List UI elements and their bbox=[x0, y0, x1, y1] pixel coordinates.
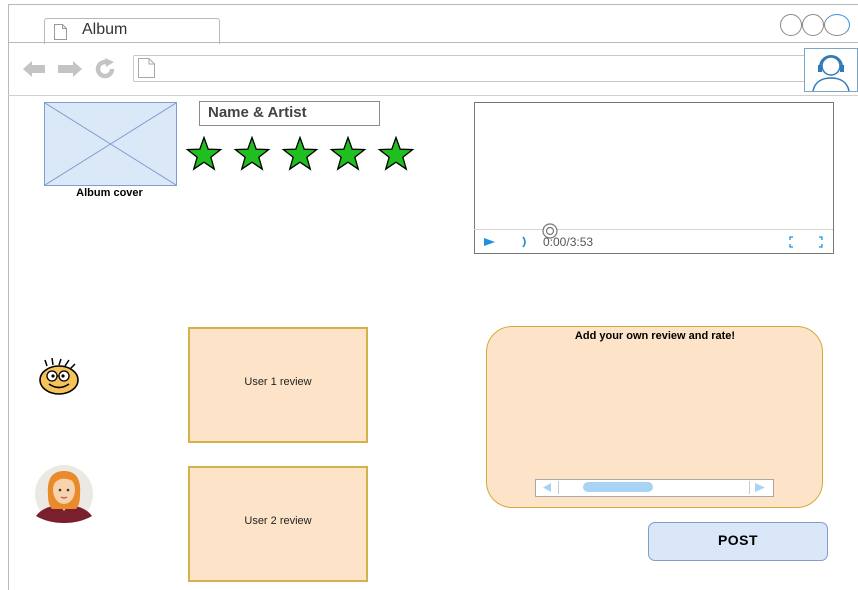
scroll-right-arrow-icon[interactable] bbox=[749, 481, 771, 494]
album-cover-image bbox=[44, 102, 177, 186]
headset-user-icon bbox=[812, 55, 850, 92]
back-arrow-icon[interactable] bbox=[21, 60, 47, 78]
name-artist-label: Name & Artist bbox=[208, 104, 307, 121]
smiley-glasses-avatar-icon bbox=[39, 358, 79, 395]
star-icon[interactable] bbox=[185, 136, 223, 171]
album-cover-label: Album cover bbox=[76, 187, 143, 199]
window-button-1[interactable] bbox=[780, 14, 802, 36]
window-button-2[interactable] bbox=[802, 14, 824, 36]
document-icon bbox=[54, 24, 67, 40]
refresh-icon[interactable] bbox=[93, 57, 117, 81]
star-icon[interactable] bbox=[329, 136, 367, 171]
user-2-review-text: User 2 review bbox=[244, 515, 312, 527]
forward-arrow-icon[interactable] bbox=[56, 60, 84, 78]
tab-bar-divider bbox=[8, 42, 858, 43]
woman-avatar-icon bbox=[35, 465, 93, 523]
user-1-review-text: User 1 review bbox=[244, 376, 312, 388]
star-icon[interactable] bbox=[377, 136, 415, 171]
scrollbar-thumb[interactable] bbox=[583, 482, 653, 492]
volume-icon[interactable] bbox=[520, 235, 530, 249]
video-time: 0:00/3:53 bbox=[543, 235, 594, 249]
image-placeholder-icon bbox=[44, 102, 177, 186]
browser-tab[interactable] bbox=[44, 18, 220, 44]
page-icon bbox=[138, 58, 155, 78]
scroll-left-arrow-icon[interactable] bbox=[537, 481, 559, 494]
window-button-3[interactable] bbox=[824, 14, 850, 36]
post-button-label: POST bbox=[717, 532, 759, 548]
video-progress-track[interactable] bbox=[474, 229, 833, 230]
rating-stars[interactable] bbox=[184, 136, 420, 172]
horizontal-scrollbar[interactable] bbox=[535, 479, 774, 497]
fullscreen-icon[interactable] bbox=[789, 236, 823, 248]
add-review-title: Add your own review and rate! bbox=[574, 330, 736, 342]
tab-title: Album bbox=[82, 21, 128, 38]
play-icon[interactable] bbox=[483, 236, 497, 248]
toolbar-divider bbox=[8, 95, 858, 96]
star-icon[interactable] bbox=[281, 136, 319, 171]
video-player[interactable] bbox=[474, 102, 834, 254]
address-bar[interactable] bbox=[133, 55, 810, 82]
user-profile-button[interactable] bbox=[804, 48, 858, 92]
star-icon[interactable] bbox=[233, 136, 271, 171]
